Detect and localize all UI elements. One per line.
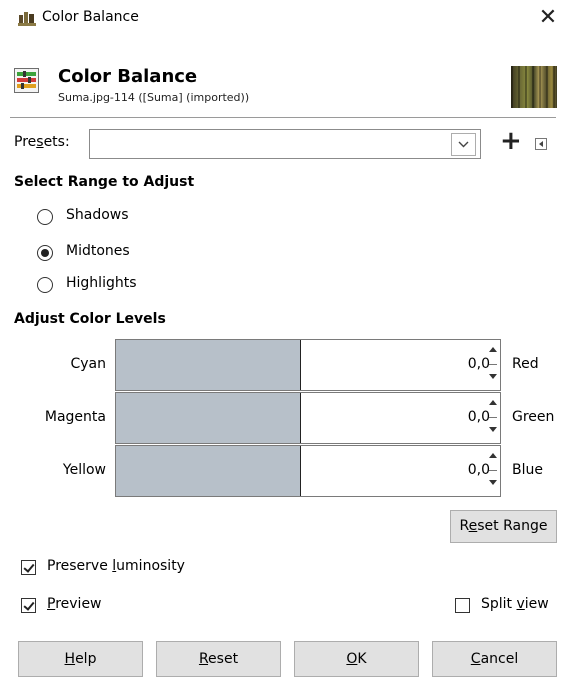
presets-label: Presets:	[14, 134, 70, 150]
preserve-luminosity-label: Preserve luminosity	[47, 558, 185, 574]
presets-menu-icon[interactable]	[535, 138, 547, 150]
divider	[10, 117, 556, 118]
preview-label: Preview	[47, 596, 102, 612]
reset-range-button[interactable]: Reset Range	[450, 510, 557, 543]
slider-fill	[116, 393, 301, 443]
preserve-luminosity-checkbox[interactable]	[21, 560, 36, 575]
shadows-label: Shadows	[66, 207, 129, 223]
cancel-button[interactable]: Cancel	[432, 641, 557, 677]
range-heading: Select Range to Adjust	[14, 174, 195, 190]
slider-fill	[116, 446, 301, 496]
help-button[interactable]: Help	[18, 641, 143, 677]
shadows-radio[interactable]	[37, 209, 53, 225]
cyan-red-spinner[interactable]	[486, 340, 500, 390]
chevron-down-icon	[458, 141, 469, 148]
magenta-label: Magenta	[44, 409, 106, 425]
color-balance-icon	[14, 68, 39, 93]
slider-fill	[116, 340, 301, 390]
red-label: Red	[512, 356, 539, 372]
spin-up-icon[interactable]	[488, 393, 498, 415]
presets-dropdown-button[interactable]	[451, 133, 476, 156]
image-subtitle: Suma.jpg-114 ([Suma] (imported))	[58, 91, 250, 104]
split-view-checkbox[interactable]	[455, 598, 470, 613]
preview-checkbox[interactable]	[21, 598, 36, 613]
yellow-blue-slider[interactable]: 0,0	[115, 445, 501, 497]
magenta-green-slider[interactable]: 0,0	[115, 392, 501, 444]
yellow-label: Yellow	[62, 462, 106, 478]
reset-button[interactable]: Reset	[156, 641, 281, 677]
magenta-green-spinner[interactable]	[486, 393, 500, 443]
blue-label: Blue	[512, 462, 543, 478]
cyan-red-slider[interactable]: 0,0	[115, 339, 501, 391]
highlights-label: Highlights	[66, 275, 137, 291]
spin-up-icon[interactable]	[488, 340, 498, 362]
presets-combo[interactable]	[89, 129, 481, 159]
add-preset-icon[interactable]: +	[500, 126, 522, 156]
split-view-label: Split view	[481, 596, 549, 612]
gimp-app-icon	[18, 12, 36, 26]
green-label: Green	[512, 409, 555, 425]
window-title: Color Balance	[42, 9, 139, 25]
yellow-blue-spinner[interactable]	[486, 446, 500, 496]
close-icon[interactable]: ✕	[533, 4, 563, 32]
spin-down-icon[interactable]	[488, 366, 498, 388]
dialog-title: Color Balance	[58, 66, 198, 87]
midtones-radio[interactable]	[37, 245, 53, 261]
highlights-radio[interactable]	[37, 277, 53, 293]
spin-down-icon[interactable]	[488, 419, 498, 441]
ok-button[interactable]: OK	[294, 641, 419, 677]
midtones-label: Midtones	[66, 243, 130, 259]
spin-up-icon[interactable]	[488, 446, 498, 468]
image-thumbnail	[511, 66, 557, 108]
levels-heading: Adjust Color Levels	[14, 311, 166, 327]
spin-down-icon[interactable]	[488, 472, 498, 494]
cyan-label: Cyan	[70, 356, 106, 372]
